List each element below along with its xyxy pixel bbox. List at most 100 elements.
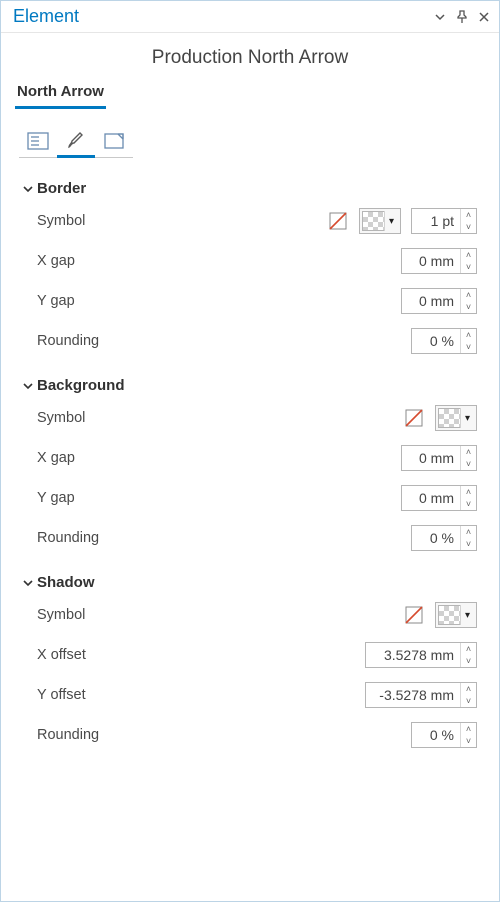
dropdown-arrow-icon: ▾	[384, 211, 398, 231]
spin-down[interactable]: ˅	[461, 458, 476, 470]
spin-down[interactable]: ˅	[461, 695, 476, 707]
spin-down[interactable]: ˅	[461, 221, 476, 233]
background-xgap-label: X gap	[37, 450, 401, 466]
border-xgap-row: X gap ˄˅	[23, 241, 477, 281]
dropdown-arrow-icon: ▾	[460, 605, 474, 625]
close-button[interactable]	[475, 8, 493, 26]
shadow-yoffset-row: Y offset ˄˅	[23, 675, 477, 715]
background-ygap-label: Y gap	[37, 490, 401, 506]
background-ygap-input[interactable]	[402, 486, 460, 510]
border-size-input[interactable]	[412, 209, 460, 233]
border-no-color-button[interactable]	[327, 210, 349, 232]
border-rounding-row: Rounding ˄˅	[23, 321, 477, 361]
background-no-color-button[interactable]	[403, 407, 425, 429]
checker-swatch-icon	[438, 605, 460, 625]
background-symbol-row: Symbol ▾	[23, 398, 477, 438]
spin-down[interactable]: ˅	[461, 341, 476, 353]
spin-up[interactable]: ˄	[461, 209, 476, 221]
shadow-xoffset-row: X offset ˄˅	[23, 635, 477, 675]
shadow-symbol-picker[interactable]: ▾	[435, 602, 477, 628]
border-ygap-input[interactable]	[402, 289, 460, 313]
brush-icon	[65, 129, 87, 151]
spin-down[interactable]: ˅	[461, 655, 476, 667]
background-symbol-picker[interactable]: ▾	[435, 405, 477, 431]
spin-down[interactable]: ˅	[461, 735, 476, 747]
background-xgap-input[interactable]	[402, 446, 460, 470]
background-rounding-row: Rounding ˄˅	[23, 518, 477, 558]
background-rounding-input[interactable]	[412, 526, 460, 550]
shadow-symbol-row: Symbol ▾	[23, 595, 477, 635]
mode-display-button[interactable]	[57, 124, 95, 158]
border-rounding-spinner[interactable]: ˄˅	[411, 328, 477, 354]
spin-up[interactable]: ˄	[461, 329, 476, 341]
spin-up[interactable]: ˄	[461, 446, 476, 458]
tabs: North Arrow	[1, 79, 499, 110]
section-background-header[interactable]: Background	[21, 377, 477, 394]
border-rounding-label: Rounding	[37, 333, 411, 349]
frame-icon	[103, 131, 125, 151]
border-ygap-spinner[interactable]: ˄˅	[401, 288, 477, 314]
shadow-yoffset-spinner[interactable]: ˄˅	[365, 682, 477, 708]
titlebar: Element	[1, 1, 499, 33]
section-shadow-title: Shadow	[37, 574, 95, 591]
spin-up[interactable]: ˄	[461, 683, 476, 695]
pin-icon	[456, 10, 468, 24]
spin-up[interactable]: ˄	[461, 526, 476, 538]
section-shadow-header[interactable]: Shadow	[21, 574, 477, 591]
spin-down[interactable]: ˅	[461, 261, 476, 273]
chevron-down-icon	[23, 184, 33, 194]
spin-up[interactable]: ˄	[461, 643, 476, 655]
spin-down[interactable]: ˅	[461, 538, 476, 550]
spin-up[interactable]: ˄	[461, 723, 476, 735]
border-symbol-picker[interactable]: ▾	[359, 208, 401, 234]
spin-up[interactable]: ˄	[461, 249, 476, 261]
background-rounding-spinner[interactable]: ˄˅	[411, 525, 477, 551]
background-symbol-label: Symbol	[37, 410, 403, 426]
section-border-title: Border	[37, 180, 86, 197]
tab-north-arrow[interactable]: North Arrow	[15, 79, 106, 109]
border-rounding-input[interactable]	[412, 329, 460, 353]
shadow-rounding-label: Rounding	[37, 727, 411, 743]
shadow-rounding-spinner[interactable]: ˄˅	[411, 722, 477, 748]
checker-swatch-icon	[438, 408, 460, 428]
border-size-spinner[interactable]: ˄˅	[411, 208, 477, 234]
shadow-symbol-label: Symbol	[37, 607, 403, 623]
shadow-no-color-button[interactable]	[403, 604, 425, 626]
no-color-icon	[404, 605, 424, 625]
border-symbol-row: Symbol ▾ ˄˅	[23, 201, 477, 241]
background-rounding-label: Rounding	[37, 530, 411, 546]
spin-up[interactable]: ˄	[461, 486, 476, 498]
border-xgap-input[interactable]	[402, 249, 460, 273]
checker-swatch-icon	[362, 211, 384, 231]
spin-up[interactable]: ˄	[461, 289, 476, 301]
mode-placement-button[interactable]	[95, 124, 133, 158]
shadow-yoffset-input[interactable]	[366, 683, 460, 707]
pin-button[interactable]	[453, 8, 471, 26]
shadow-xoffset-input[interactable]	[366, 643, 460, 667]
border-xgap-label: X gap	[37, 253, 401, 269]
chevron-down-icon	[23, 381, 33, 391]
close-icon	[478, 11, 490, 23]
shadow-rounding-row: Rounding ˄˅	[23, 715, 477, 755]
spin-down[interactable]: ˅	[461, 498, 476, 510]
section-background-title: Background	[37, 377, 125, 394]
border-symbol-label: Symbol	[37, 213, 327, 229]
border-ygap-label: Y gap	[37, 293, 401, 309]
no-color-icon	[328, 211, 348, 231]
chevron-down-icon	[434, 11, 446, 23]
background-xgap-row: X gap ˄˅	[23, 438, 477, 478]
spin-down[interactable]: ˅	[461, 301, 476, 313]
no-color-icon	[404, 408, 424, 428]
shadow-rounding-input[interactable]	[412, 723, 460, 747]
mode-properties-button[interactable]	[19, 124, 57, 158]
chevron-down-icon	[23, 578, 33, 588]
shadow-xoffset-spinner[interactable]: ˄˅	[365, 642, 477, 668]
section-border-header[interactable]: Border	[21, 180, 477, 197]
dropdown-arrow-icon: ▾	[460, 408, 474, 428]
border-xgap-spinner[interactable]: ˄˅	[401, 248, 477, 274]
shadow-yoffset-label: Y offset	[37, 687, 365, 703]
background-xgap-spinner[interactable]: ˄˅	[401, 445, 477, 471]
element-name: Production North Arrow	[1, 47, 499, 69]
background-ygap-spinner[interactable]: ˄˅	[401, 485, 477, 511]
options-menu-button[interactable]	[431, 8, 449, 26]
